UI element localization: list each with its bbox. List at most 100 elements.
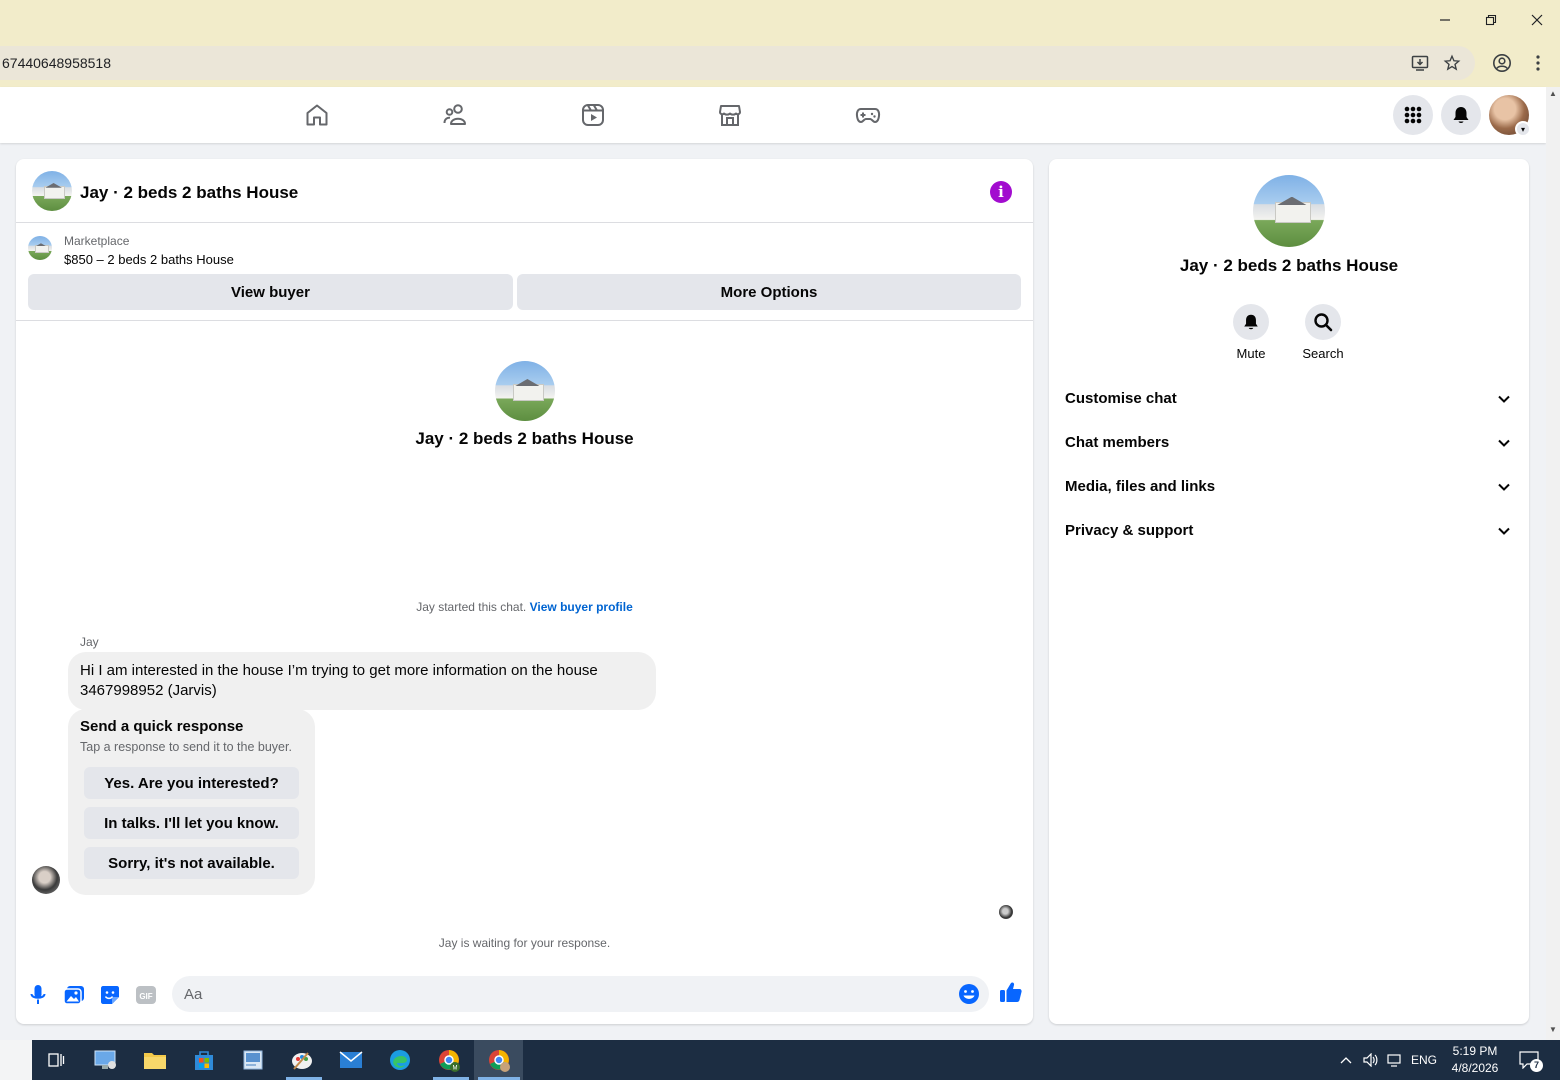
more-options-button[interactable]: More Options [517,274,1021,310]
customise-chat-section[interactable]: Customise chat [1057,378,1521,422]
top-navigation: ▾ [0,87,1546,143]
language-indicator[interactable]: ENG [1408,1040,1440,1080]
svg-text:GIF: GIF [139,992,152,1001]
mute-label: Mute [1236,346,1266,361]
chevron-down-icon [1498,439,1510,447]
minimize-icon[interactable] [1422,0,1468,40]
listing-avatar[interactable] [32,171,72,211]
message-bubble[interactable]: Hi I am interested in the house I’m tryi… [68,652,656,710]
search-button[interactable]: Search [1293,304,1353,361]
video-icon[interactable] [579,101,607,129]
restore-icon[interactable] [1468,0,1514,40]
scroll-down-icon[interactable]: ▼ [1549,1025,1557,1034]
sender-name: Jay [80,635,99,649]
chrome-profile-m-icon[interactable]: M [429,1044,469,1076]
search-label: Search [1302,346,1344,361]
message-input[interactable] [184,976,944,1012]
account-icon[interactable] [1490,51,1514,75]
file-explorer-icon[interactable] [135,1044,175,1076]
sender-avatar[interactable] [32,866,60,894]
view-buyer-button[interactable]: View buyer [28,274,513,310]
account-chevron-icon[interactable]: ▾ [1515,121,1531,137]
mute-button[interactable]: Mute [1221,304,1281,361]
edge-icon[interactable] [380,1044,420,1076]
chevron-down-icon [1498,483,1510,491]
quick-response-title: Send a quick response [80,718,244,735]
mute-bell-icon [1233,304,1269,340]
friends-icon[interactable] [441,101,469,129]
page-scrollbar[interactable]: ▲ ▼ [1546,87,1560,1040]
gaming-icon[interactable] [854,101,882,129]
marketplace-label: Marketplace [64,234,130,248]
url-text[interactable]: 67440648958518 [2,55,111,71]
intro-name: Jay · 2 beds 2 baths House [415,429,634,448]
volume-icon[interactable] [1360,1040,1382,1080]
chat-panel: Jay · 2 beds 2 baths House i Marketplace… [16,159,1033,1024]
started-text: Jay started this chat. [416,600,527,614]
intro-avatar[interactable] [495,361,555,421]
browser-titlebar [0,0,1560,40]
paint-icon[interactable] [282,1044,322,1076]
chat-members-section[interactable]: Chat members [1057,422,1521,466]
clock-time: 5:19 PM [1452,1044,1498,1058]
chat-started-note: Jay started this chat. View buyer profil… [16,600,1033,614]
svg-text:M: M [453,1066,458,1072]
info-avatar[interactable] [1253,175,1325,247]
section-title: Privacy & support [1065,522,1194,539]
section-title: Media, files and links [1065,478,1216,495]
tray-chevron-up-icon[interactable] [1336,1040,1356,1080]
action-center-icon[interactable]: 7 [1514,1040,1544,1080]
message-composer [172,976,989,1012]
photo-icon[interactable] [62,984,86,1006]
seen-indicator-avatar [999,905,1013,919]
like-thumbs-up-icon[interactable] [999,980,1023,1006]
info-icon[interactable]: i [990,181,1012,203]
store-icon[interactable] [184,1044,224,1076]
close-icon[interactable] [1514,0,1560,40]
browser-menu-icon[interactable] [1526,48,1550,78]
view-buyer-profile-link[interactable]: View buyer profile [530,600,633,614]
section-title: Customise chat [1065,390,1177,407]
menu-grid-icon[interactable] [1393,95,1433,135]
chrome-active-icon[interactable] [479,1044,519,1076]
notifications-icon[interactable] [1441,95,1481,135]
gif-icon[interactable]: GIF [134,984,158,1006]
listing-thumbnail[interactable] [28,236,52,260]
network-icon[interactable] [1384,1040,1406,1080]
quick-response-in-talks-button[interactable]: In talks. I'll let you know. [84,807,299,839]
system-app-icon[interactable] [86,1044,126,1076]
address-bar[interactable]: 67440648958518 [0,46,1475,80]
start-button[interactable] [0,1040,32,1080]
scroll-up-icon[interactable]: ▲ [1549,89,1557,98]
windows-taskbar: M ENG 5:19 PM 4/8/2026 7 [0,1040,1560,1080]
bookmark-star-icon[interactable] [1440,51,1464,75]
chevron-down-icon [1498,395,1510,403]
quick-response-not-available-button[interactable]: Sorry, it's not available. [84,847,299,879]
media-files-links-section[interactable]: Media, files and links [1057,466,1521,510]
microphone-icon[interactable] [26,984,50,1006]
task-view-icon[interactable] [36,1044,76,1076]
install-app-icon[interactable] [1408,51,1432,75]
home-icon[interactable] [303,101,331,129]
privacy-support-section[interactable]: Privacy & support [1057,510,1521,554]
quick-response-yes-button[interactable]: Yes. Are you interested? [84,767,299,799]
search-icon [1305,304,1341,340]
listing-title[interactable]: $850 – 2 beds 2 baths House [64,252,234,267]
sticker-icon[interactable] [98,984,122,1006]
quick-response-card: Send a quick response Tap a response to … [68,709,315,895]
info-name: Jay · 2 beds 2 baths House [1179,256,1399,275]
chat-title[interactable]: Jay · 2 beds 2 baths House [80,183,298,203]
waiting-note: Jay is waiting for your response. [438,936,611,950]
section-title: Chat members [1065,434,1170,451]
marketplace-icon[interactable] [716,101,744,129]
mail-icon[interactable] [331,1044,371,1076]
chevron-down-icon [1498,527,1510,535]
notification-count-badge: 7 [1530,1059,1543,1072]
image-viewer-icon[interactable] [233,1044,273,1076]
chat-info-panel: Jay · 2 beds 2 baths House Mute Search C… [1049,159,1529,1024]
marketplace-listing-bar: Marketplace $850 – 2 beds 2 baths House … [16,224,1033,321]
address-bar-area: 67440648958518 [0,40,1560,87]
taskbar-clock[interactable]: 5:19 PM 4/8/2026 [1440,1043,1510,1077]
emoji-icon[interactable] [958,983,980,1005]
clock-date: 4/8/2026 [1451,1061,1499,1075]
